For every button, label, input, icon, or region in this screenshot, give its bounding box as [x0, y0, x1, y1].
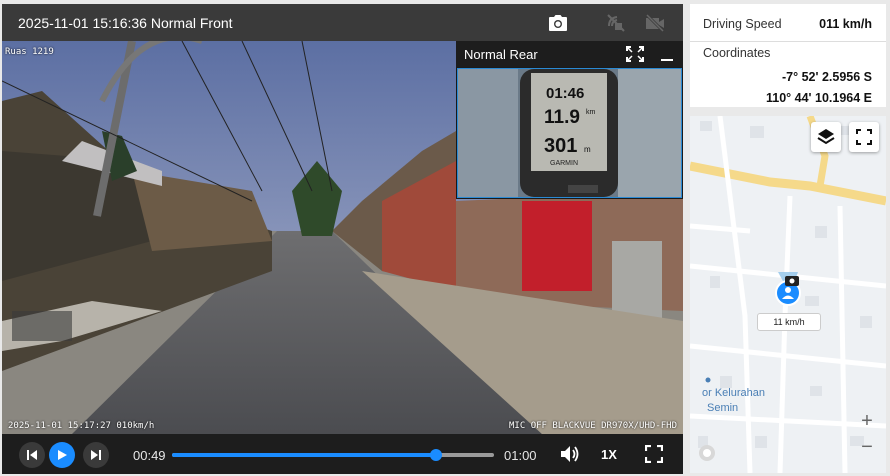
map-place-label-2: Semin: [707, 402, 739, 414]
latitude-value: -7° 52' 2.5956 S: [782, 70, 872, 84]
rear-camera-header: Normal Rear: [456, 41, 683, 67]
speed-value: 011 km/h: [819, 17, 872, 31]
play-button[interactable]: [49, 442, 75, 468]
satellite-off-icon[interactable]: [603, 10, 629, 36]
speed-row: Driving Speed 011 km/h: [690, 4, 886, 42]
zoom-controls: + −: [855, 408, 879, 460]
duration: 01:00: [504, 448, 537, 463]
zoom-out-button[interactable]: −: [855, 434, 879, 460]
gps-altitude-readout: 301: [544, 135, 578, 157]
volume-icon[interactable]: [560, 445, 580, 468]
current-time: 00:49: [133, 448, 166, 463]
rear-camera-label: Normal Rear: [464, 47, 538, 62]
expand-icon[interactable]: [626, 46, 644, 67]
skip-forward-icon: [91, 450, 101, 460]
playback-controls: 00:49 01:00 1X: [2, 434, 683, 474]
camera-icon[interactable]: [545, 10, 571, 36]
progress-handle[interactable]: [430, 449, 443, 461]
location-overlay: Ruas 1219: [5, 47, 54, 57]
map-fullscreen-icon: [856, 129, 872, 145]
progress-fill: [172, 453, 437, 457]
map-place-label: or Kelurahan: [702, 387, 765, 399]
rear-camera-pip[interactable]: Normal Rear 01:46 11.9 km 301 m GARMIN: [456, 41, 683, 199]
layers-button[interactable]: [811, 122, 841, 152]
layers-icon: [817, 129, 835, 145]
timestamp-overlay: 2025-11-01 15:17:27 010km/h: [8, 421, 155, 431]
map-view[interactable]: 11 km/h or Kelurahan Semin + −: [690, 116, 886, 473]
speed-label: Driving Speed: [703, 17, 782, 31]
telemetry-panel: Driving Speed 011 km/h Coordinates -7° 5…: [690, 4, 886, 107]
longitude-value: 110° 44' 10.1964 E: [766, 91, 872, 105]
skip-back-button[interactable]: [19, 442, 45, 468]
rear-camera-view: 01:46 11.9 km 301 m GARMIN: [457, 68, 682, 198]
progress-slider[interactable]: [172, 449, 494, 461]
gps-altitude-unit: m: [584, 145, 591, 154]
minimize-icon[interactable]: [660, 46, 674, 67]
play-icon: [58, 450, 67, 460]
camera-off-icon[interactable]: [642, 10, 668, 36]
gps-distance-unit: km: [586, 109, 596, 116]
video-title: 2025-11-01 15:16:36 Normal Front: [18, 15, 233, 31]
video-player: 2025-11-01 15:16:36 Normal Front Ruas 12…: [2, 4, 683, 474]
skip-back-icon: [27, 450, 37, 460]
map-fullscreen-button[interactable]: [849, 122, 879, 152]
fullscreen-icon[interactable]: [644, 444, 664, 468]
player-header: 2025-11-01 15:16:36 Normal Front: [2, 4, 683, 41]
gps-distance-readout: 11.9: [544, 107, 580, 128]
gps-time-readout: 01:46: [546, 85, 585, 102]
gps-brand: GARMIN: [550, 160, 578, 167]
device-overlay: MIC OFF BLACKVUE DR970X/UHD-FHD: [509, 421, 677, 431]
zoom-in-button[interactable]: +: [855, 408, 879, 434]
playback-speed-button[interactable]: 1X: [601, 447, 617, 462]
vehicle-speed-tag: 11 km/h: [757, 313, 821, 331]
coordinates-label: Coordinates: [703, 46, 771, 60]
skip-forward-button[interactable]: [83, 442, 109, 468]
